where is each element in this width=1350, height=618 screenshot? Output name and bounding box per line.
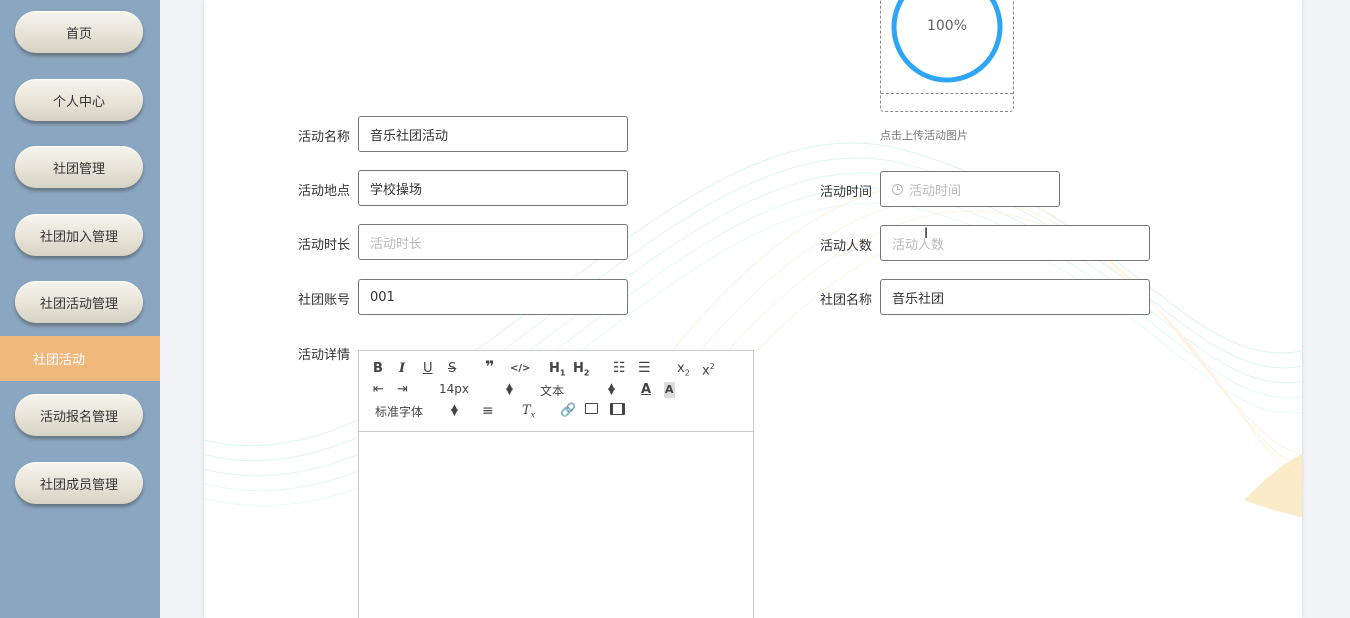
strike-icon[interactable]: S (448, 361, 456, 377)
club-name-value: 音乐社团 (892, 291, 945, 307)
nav-club-activity-management[interactable]: 社团活动管理 (15, 281, 143, 323)
chevron-updown-icon: ▲ ▼ (451, 403, 458, 418)
club-account-value: 001 (370, 289, 395, 305)
activity-name-value: 音乐社团活动 (370, 128, 449, 144)
bullet-list-icon[interactable]: ☰ (638, 360, 651, 376)
rich-text-editor: B I U S ❞ </> H1 H2 ☷ ☰ x2 x2 ⇤ ⇥ 14px ▲… (358, 350, 754, 618)
clock-icon (892, 183, 903, 195)
font-size-value: 14px (439, 382, 469, 396)
nav-club-management[interactable]: 社团管理 (15, 146, 143, 188)
quote-icon[interactable]: ❞ (485, 359, 494, 375)
video-icon[interactable] (610, 403, 625, 420)
font-color-icon[interactable]: A (641, 382, 651, 398)
upload-progress-text: 100% (926, 18, 968, 34)
club-name-input[interactable]: 音乐社团 (880, 279, 1150, 315)
activity-count-label: 活动人数 (819, 239, 872, 254)
activity-name-input[interactable]: 音乐社团活动 (358, 116, 628, 152)
editor-toolbar: B I U S ❞ </> H1 H2 ☷ ☰ x2 x2 ⇤ ⇥ 14px ▲… (359, 351, 753, 432)
nav-profile[interactable]: 个人中心 (15, 79, 143, 121)
subscript-icon[interactable]: x2 (677, 361, 690, 382)
activity-count-placeholder: 活动人数 (892, 237, 945, 253)
activity-time-placeholder: 活动时间 (909, 183, 962, 199)
indent-icon[interactable]: ⇥ (397, 382, 408, 398)
activity-duration-input[interactable]: 活动时长 (358, 224, 628, 260)
form-card: 100% 点击上传活动图片 活动名称 音乐社团活动 活动地点 学校操场 活动时间… (204, 0, 1302, 618)
upload-progress-ring (891, 0, 1003, 83)
activity-location-value: 学校操场 (370, 182, 423, 198)
nav-home[interactable]: 首页 (15, 11, 143, 53)
activity-location-input[interactable]: 学校操场 (358, 170, 628, 206)
outdent-icon[interactable]: ⇤ (373, 382, 384, 398)
activity-count-input[interactable]: 活动人数 (880, 225, 1150, 261)
h2-icon[interactable]: H2 (573, 361, 589, 382)
font-family-select[interactable]: 标准字体 (375, 403, 423, 420)
bold-icon[interactable]: B (373, 361, 383, 377)
nav-club-member-management[interactable]: 社团成员管理 (15, 462, 143, 504)
header-value: 文本 (540, 384, 565, 398)
code-icon[interactable]: </> (510, 361, 530, 377)
chevron-updown-icon: ▲ ▼ (608, 382, 615, 397)
nav-label: 社团活动管理 (39, 296, 118, 312)
chevron-updown-icon: ▲ ▼ (506, 382, 513, 397)
link-icon[interactable]: 🔗 (560, 403, 576, 419)
nav-label: 首页 (65, 26, 92, 42)
nav-label: 活动报名管理 (39, 409, 118, 425)
nav-activity-signup-management[interactable]: 活动报名管理 (15, 394, 143, 436)
club-name-label: 社团名称 (819, 293, 872, 308)
nav-label: 社团管理 (52, 161, 105, 177)
club-account-label: 社团账号 (297, 293, 350, 308)
ordered-list-icon[interactable]: ☷ (613, 360, 626, 376)
font-family-value: 标准字体 (375, 405, 424, 419)
sidebar: 首页 个人中心 社团管理 社团加入管理 社团活动管理 社团活动 活动报名管理 社… (0, 0, 160, 618)
image-icon[interactable] (585, 403, 598, 419)
upload-tip: 点击上传活动图片 (880, 129, 968, 142)
nav-label: 社团活动 (33, 353, 86, 368)
header-select[interactable]: 文本 (540, 382, 564, 399)
underline-icon[interactable]: U (423, 361, 433, 377)
activity-time-picker[interactable]: 活动时间 (880, 171, 1060, 207)
font-size-select[interactable]: 14px (439, 382, 469, 396)
upload-divider (881, 93, 1013, 94)
italic-icon[interactable]: I (399, 361, 405, 377)
nav-label: 社团成员管理 (39, 477, 118, 493)
activity-location-label: 活动地点 (297, 184, 350, 199)
activity-time-label: 活动时间 (819, 185, 872, 200)
nav-label: 个人中心 (52, 94, 105, 110)
editor-content-area[interactable] (359, 432, 753, 618)
background-color-icon[interactable]: A (664, 382, 675, 398)
image-upload-box[interactable]: 100% (880, 0, 1014, 112)
activity-detail-label: 活动详情 (297, 348, 350, 363)
superscript-icon[interactable]: x2 (702, 359, 715, 379)
activity-duration-placeholder: 活动时长 (370, 236, 423, 252)
nav-label: 社团加入管理 (39, 229, 118, 245)
align-icon[interactable]: ≡ (482, 403, 494, 419)
activity-name-label: 活动名称 (297, 130, 350, 145)
h1-icon[interactable]: H1 (549, 361, 565, 382)
mouse-cursor: I (924, 226, 929, 242)
nav-club-join-management[interactable]: 社团加入管理 (15, 214, 143, 256)
activity-duration-label: 活动时长 (297, 238, 350, 253)
club-account-input[interactable]: 001 (358, 279, 628, 315)
nav-club-activity-active[interactable]: 社团活动 (0, 336, 160, 381)
clear-format-icon[interactable]: Tx (522, 403, 535, 424)
